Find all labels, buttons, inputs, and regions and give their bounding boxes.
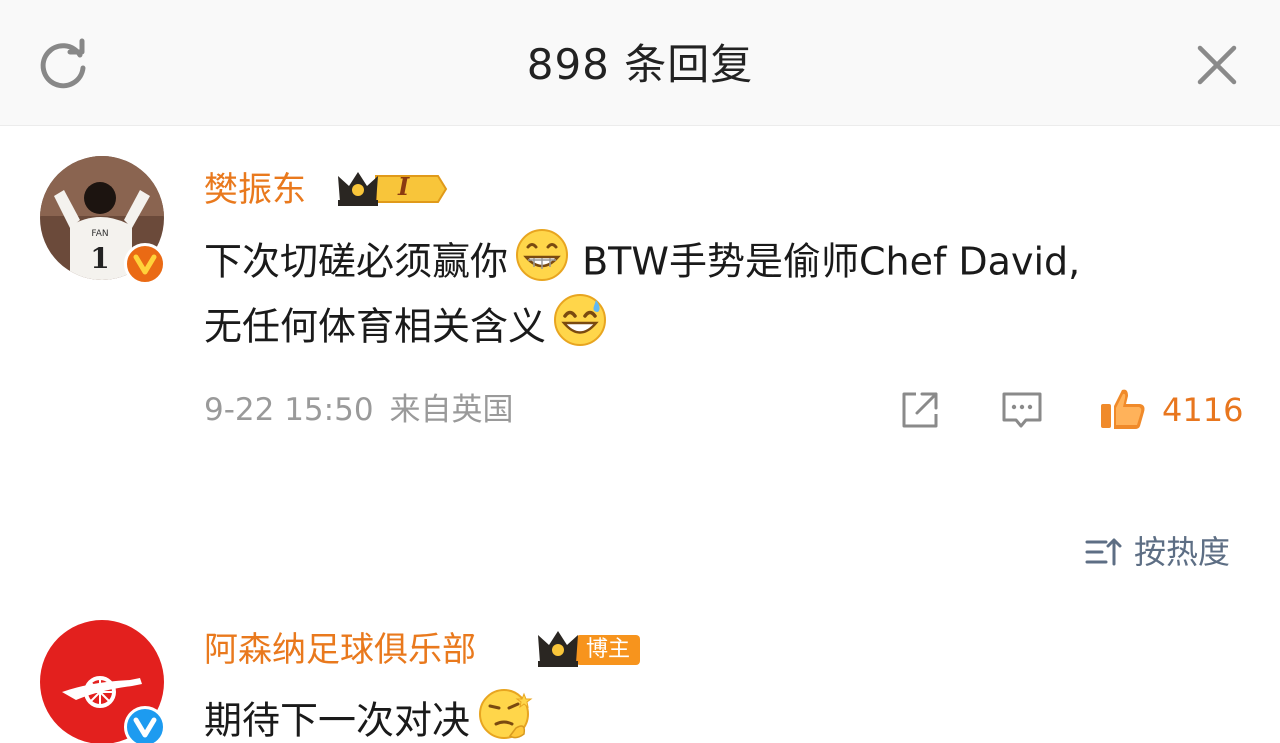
verified-v-icon — [133, 254, 157, 275]
close-icon — [1197, 45, 1237, 85]
sweat-smile-emoji-icon — [552, 292, 608, 366]
author-badge-label: 博主 — [586, 637, 631, 662]
thumbs-up-icon — [1101, 389, 1145, 429]
comment-date: 9-22 15:50 — [204, 392, 374, 428]
reply-verified-badge — [124, 706, 166, 743]
crown-icon — [338, 172, 448, 206]
sort-icon — [1085, 538, 1122, 566]
sort-label: 按热度 — [1134, 533, 1231, 571]
reply-text-content: 期待下一次对决 — [204, 698, 471, 743]
comment-text-part2: BTW手势是偷师Chef David, — [570, 239, 1081, 284]
reply-text: 期待下一次对决 — [204, 686, 534, 743]
comment-icon — [1002, 392, 1042, 428]
header-bar: 898 条回复 — [0, 0, 1280, 126]
comment-text-part1: 下次切磋必须赢你 — [204, 239, 509, 284]
svg-text:1: 1 — [90, 242, 109, 275]
like-count: 4116 — [1162, 391, 1244, 429]
verified-v-icon — [133, 717, 157, 738]
member-level-text: I — [398, 172, 410, 201]
comment-meta: 9-22 15:50 来自英国 — [204, 390, 514, 430]
reply-username[interactable]: 阿森纳足球俱乐部 — [204, 628, 476, 672]
member-level-badge: I — [336, 168, 448, 210]
verified-badge — [124, 243, 166, 285]
sort-toggle[interactable]: 按热度 — [1084, 530, 1230, 574]
comment-text-line2-content: 无任何体育相关含义 — [204, 304, 547, 349]
comment-replies-page: 898 条回复 FAN 1 樊振东 I 下次切磋必须赢你 BTW手势是偷师Che… — [0, 0, 1280, 743]
share-icon — [902, 392, 938, 428]
page-title: 898 条回复 — [526, 40, 754, 89]
comment-text: 下次切磋必须赢你 BTW手势是偷师Chef David, — [204, 227, 1080, 301]
reply-button[interactable] — [1000, 388, 1044, 432]
thinking-emoji-icon — [476, 686, 534, 743]
author-badge: 博主 — [536, 627, 644, 671]
comment-text-line2: 无任何体育相关含义 — [204, 292, 608, 366]
share-button[interactable] — [898, 388, 942, 432]
comment-username[interactable]: 樊振东 — [204, 168, 306, 212]
close-button[interactable] — [1190, 38, 1244, 92]
comment-location: 来自英国 — [389, 392, 514, 428]
grin-emoji-icon — [514, 227, 570, 301]
svg-text:FAN: FAN — [91, 229, 108, 239]
like-button[interactable] — [1098, 384, 1148, 434]
